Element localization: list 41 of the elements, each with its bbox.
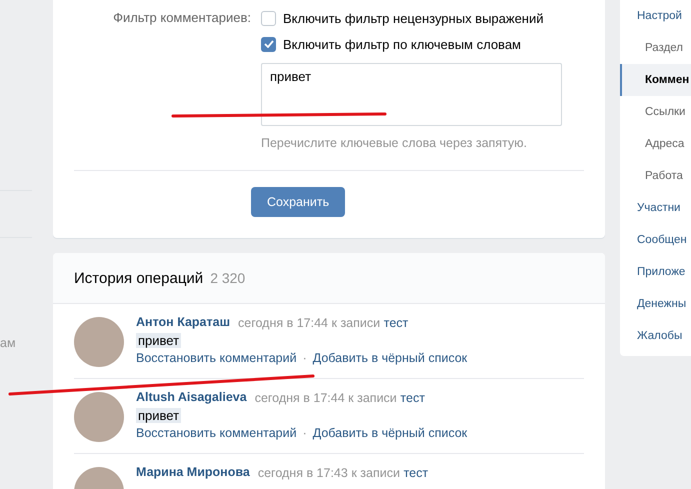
menu-item[interactable]: Жалобы xyxy=(620,320,691,352)
keywords-field[interactable]: привет xyxy=(261,63,562,126)
comment-text: привет xyxy=(136,408,182,423)
post-link[interactable]: тест xyxy=(404,466,428,480)
filter-label: Фильтр комментариев: xyxy=(112,9,252,27)
menu-item[interactable]: Адреса xyxy=(620,128,691,160)
comment-text: привет xyxy=(136,333,182,348)
sidebar-text: ам xyxy=(0,336,17,350)
checkbox-label[interactable]: Включить фильтр по ключевым словам xyxy=(283,36,521,52)
avatar-photo-placeholder[interactable] xyxy=(74,317,124,367)
action-link[interactable]: Восстановить комментарий xyxy=(136,426,297,440)
checkbox[interactable] xyxy=(261,10,276,26)
comment-time: сегодня в 17:43 к записи xyxy=(258,466,400,480)
avatar-photo-placeholder[interactable] xyxy=(74,392,124,442)
author-link[interactable]: Марина Миронова xyxy=(136,465,250,480)
menu-item[interactable]: Раздел xyxy=(620,32,691,64)
comment-time: сегодня в 17:44 к записи xyxy=(238,316,380,330)
menu-item[interactable]: Приложе xyxy=(620,256,691,288)
history-count: 2 320 xyxy=(210,270,246,286)
post-link[interactable]: тест xyxy=(384,316,408,330)
author-link[interactable]: Антон Караташ xyxy=(136,315,230,330)
menu-item[interactable]: Настрой xyxy=(620,0,691,32)
action-link[interactable]: Восстановить комментарий xyxy=(136,351,297,365)
post-link[interactable]: тест xyxy=(400,391,425,405)
menu-item[interactable]: Коммен xyxy=(620,64,691,96)
keywords-hint: Перечислите ключевые слова через запятую. xyxy=(261,136,528,150)
comment-time: сегодня в 17:44 к записи xyxy=(254,391,397,405)
menu-item[interactable]: Сообщен xyxy=(620,224,691,256)
action-link[interactable]: Добавить в чёрный список xyxy=(312,426,468,440)
checkbox[interactable] xyxy=(261,36,276,52)
menu-item[interactable]: Работа xyxy=(620,160,691,192)
action-link[interactable]: Добавить в чёрный список xyxy=(312,351,468,365)
separator-dot: · xyxy=(302,426,307,440)
separator-dot: · xyxy=(302,351,307,365)
author-link[interactable]: Altush Aisagalieva xyxy=(136,390,247,405)
save-button[interactable]: Сохранить xyxy=(251,187,346,217)
menu-item[interactable]: Денежны xyxy=(620,288,691,320)
history-title: История операций xyxy=(74,270,204,286)
menu-item[interactable]: Участни xyxy=(620,192,691,224)
checkbox-label[interactable]: Включить фильтр нецензурных выражений xyxy=(283,10,544,26)
menu-item[interactable]: Ссылки xyxy=(620,96,691,128)
